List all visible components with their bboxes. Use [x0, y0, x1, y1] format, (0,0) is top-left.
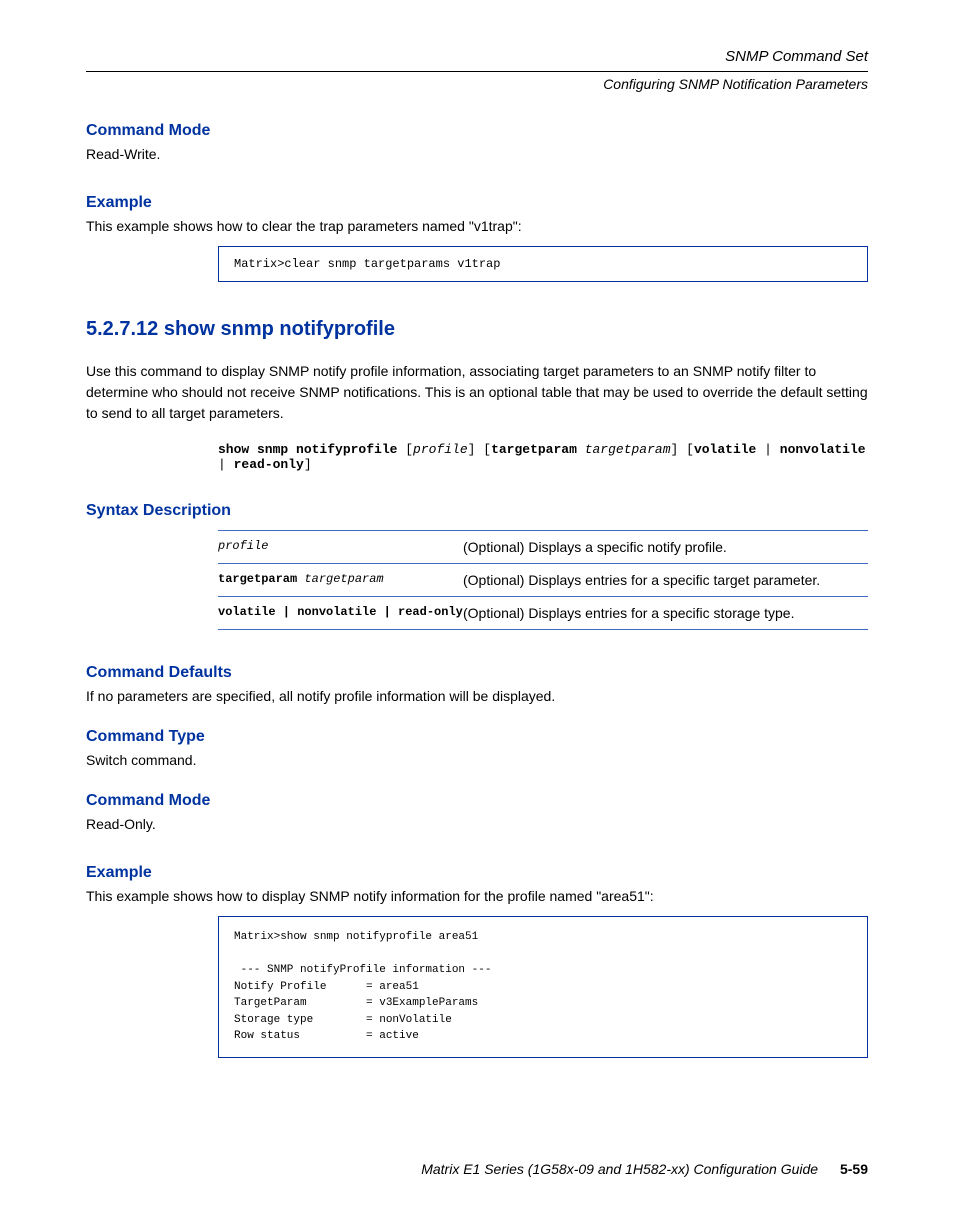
example-body-2: This example shows how to display SNMP n… — [86, 888, 868, 904]
command-defaults-heading: Command Defaults — [86, 664, 868, 682]
command-mode-heading: Command Mode — [86, 122, 868, 140]
command-mode-heading-2: Command Mode — [86, 792, 868, 810]
page-footer: Matrix E1 Series (1G58x-09 and 1H582-xx)… — [421, 1161, 868, 1177]
param-desc: (Optional) Displays a specific notify pr… — [463, 531, 868, 564]
command-type-body: Switch command. — [86, 752, 868, 768]
header-subtitle: Configuring SNMP Notification Parameters — [86, 76, 868, 92]
param-name: profile — [218, 539, 268, 553]
example-body: This example shows how to clear the trap… — [86, 218, 868, 234]
command-type-heading: Command Type — [86, 728, 868, 746]
syntax-command: show snmp notifyprofile [profile] [targe… — [218, 442, 868, 472]
page-number: 5-59 — [840, 1161, 868, 1177]
param-desc: (Optional) Displays entries for a specif… — [463, 564, 868, 597]
footer-text: Matrix E1 Series (1G58x-09 and 1H582-xx)… — [421, 1161, 818, 1177]
command-mode-body-2: Read-Only. — [86, 816, 868, 832]
example-code-box: Matrix>clear snmp targetparams v1trap — [218, 246, 868, 282]
param-name: targetparam targetparam — [218, 564, 463, 597]
syntax-description-heading: Syntax Description — [86, 502, 868, 520]
header-title: SNMP Command Set — [725, 48, 868, 65]
section-number-heading: 5.2.7.12 show snmp notifyprofile — [86, 318, 868, 341]
table-row: targetparam targetparam (Optional) Displ… — [218, 564, 868, 597]
table-row: volatile | nonvolatile | read-only (Opti… — [218, 597, 868, 630]
command-mode-body: Read-Write. — [86, 146, 868, 162]
example-code-box-2: Matrix>show snmp notifyprofile area51 --… — [218, 916, 868, 1058]
header-rule — [86, 71, 868, 72]
param-desc: (Optional) Displays entries for a specif… — [463, 597, 868, 630]
example-heading: Example — [86, 194, 868, 212]
page-header: SNMP Command Set — [86, 48, 868, 66]
syntax-table: profile (Optional) Displays a specific n… — [218, 530, 868, 630]
table-row: profile (Optional) Displays a specific n… — [218, 531, 868, 564]
param-name: volatile | nonvolatile | read-only — [218, 597, 463, 630]
section-intro: Use this command to display SNMP notify … — [86, 361, 868, 424]
command-defaults-body: If no parameters are specified, all noti… — [86, 688, 868, 704]
example-heading-2: Example — [86, 864, 868, 882]
